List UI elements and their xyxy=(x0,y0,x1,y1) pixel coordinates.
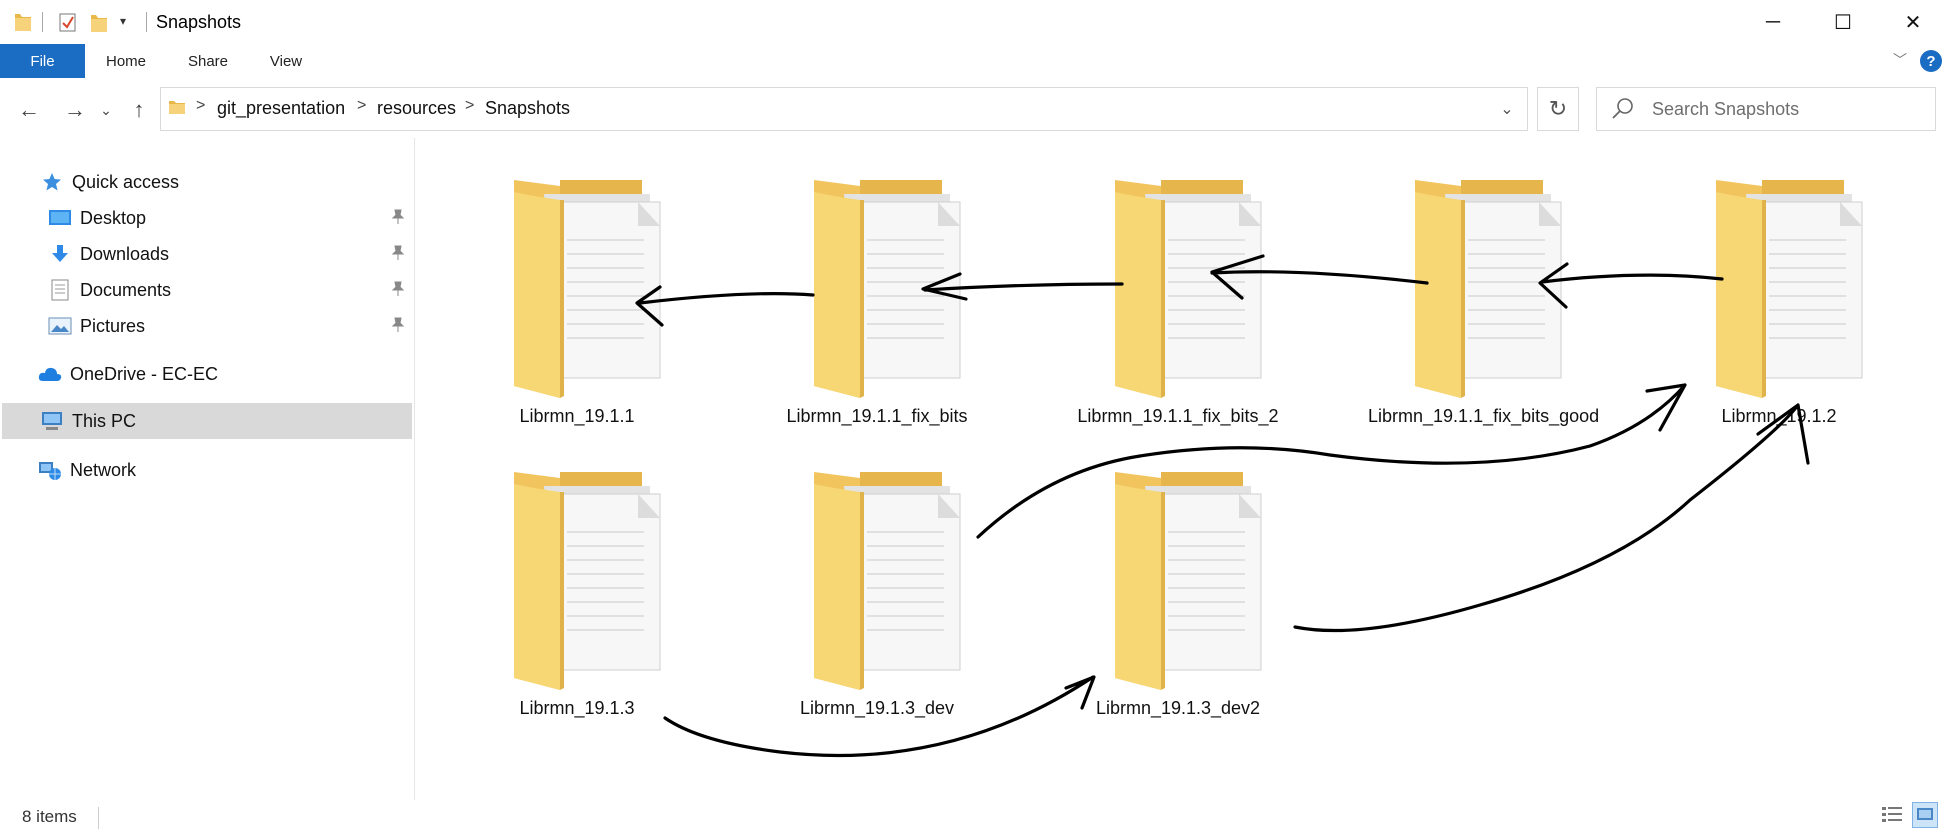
folder-name: Librmn_19.1.1_fix_bits_good xyxy=(1368,406,1600,426)
details-view-icon[interactable] xyxy=(1880,804,1904,826)
sidebar-item-quick-access[interactable]: Quick access xyxy=(0,164,412,200)
expand-ribbon-icon[interactable]: ﹀ xyxy=(1888,48,1912,72)
close-button[interactable]: ✕ xyxy=(1878,0,1948,44)
documents-icon xyxy=(48,279,72,301)
search-input[interactable] xyxy=(1652,97,1922,121)
computer-icon xyxy=(40,410,64,432)
folder-name: Librmn_19.1.1_fix_bits xyxy=(786,406,968,426)
address-dropdown-button[interactable]: ⌄ xyxy=(1492,96,1522,122)
toolbar-divider xyxy=(42,12,43,32)
sidebar-item-label: This PC xyxy=(72,410,137,431)
sidebar-item-this-pc[interactable]: This PC xyxy=(2,403,412,439)
refresh-button[interactable]: ↻ xyxy=(1537,87,1579,131)
pictures-icon xyxy=(48,315,72,337)
folder-icon xyxy=(1115,472,1262,690)
folder-item[interactable]: Librmn_19.1.1_fix_bits xyxy=(767,178,987,448)
sidebar-item-label: Documents xyxy=(80,279,172,300)
sidebar-item-network[interactable]: Network xyxy=(0,452,412,488)
sidebar-item-label: Pictures xyxy=(80,315,146,336)
title-bar xyxy=(0,0,1948,44)
pin-icon[interactable] xyxy=(390,209,406,225)
folder-name: Librmn_19.1.3_dev xyxy=(799,698,955,718)
folder-name: Librmn_19.1.2 xyxy=(1721,406,1837,426)
breadcrumb-resources[interactable]: resources xyxy=(377,98,456,119)
network-icon xyxy=(38,459,62,481)
folder-icon xyxy=(1115,180,1262,398)
item-count: 8 items xyxy=(22,807,77,826)
download-icon xyxy=(48,243,72,265)
desktop-icon xyxy=(48,207,72,229)
breadcrumb-snapshots[interactable]: Snapshots xyxy=(485,98,570,119)
maximize-button[interactable]: ☐ xyxy=(1808,0,1878,44)
tab-view[interactable]: View xyxy=(258,44,314,78)
tab-file[interactable]: File xyxy=(0,44,85,78)
breadcrumb-separator[interactable]: > xyxy=(357,97,366,115)
breadcrumb-git-presentation[interactable]: git_presentation xyxy=(217,98,345,119)
sidebar-item-desktop[interactable]: Desktop xyxy=(0,200,412,236)
sidebar-item-documents[interactable]: Documents xyxy=(0,272,412,308)
new-folder-icon[interactable] xyxy=(90,11,108,33)
star-icon xyxy=(40,171,64,193)
folder-name: Librmn_19.1.3 xyxy=(519,698,635,718)
folder-name: Librmn_19.1.1 xyxy=(519,406,635,426)
back-button[interactable]: ← xyxy=(14,92,44,128)
search-icon xyxy=(1612,98,1633,119)
sidebar-item-pictures[interactable]: Pictures xyxy=(0,308,412,344)
folder-icon xyxy=(169,101,185,114)
recent-locations-button[interactable]: ⌄ xyxy=(96,92,116,128)
sidebar-item-label: Network xyxy=(70,459,137,480)
folder-item[interactable]: Librmn_19.1.3_dev xyxy=(767,470,987,740)
folder-icon xyxy=(1415,180,1562,398)
sidebar-item-onedrive[interactable]: OneDrive - EC-EC xyxy=(0,356,412,392)
folder-quick-icon[interactable] xyxy=(14,10,32,32)
tab-home[interactable]: Home xyxy=(96,44,156,78)
pin-icon[interactable] xyxy=(390,281,406,297)
folder-icon xyxy=(514,472,661,690)
window-title: Snapshots xyxy=(156,12,242,32)
large-icons-view-icon[interactable] xyxy=(1912,802,1938,828)
folder-item[interactable]: Librmn_19.1.1_fix_bits_2 xyxy=(1068,178,1288,448)
tab-share[interactable]: Share xyxy=(176,44,240,78)
sidebar-item-downloads[interactable]: Downloads xyxy=(0,236,412,272)
forward-button[interactable]: → xyxy=(60,92,90,128)
breadcrumb-separator[interactable]: > xyxy=(465,97,474,115)
folder-icon xyxy=(1716,180,1863,398)
up-button[interactable]: ↑ xyxy=(124,92,154,128)
minimize-button[interactable]: ─ xyxy=(1738,0,1808,44)
title-divider xyxy=(146,12,147,32)
folder-item[interactable]: Librmn_19.1.2 xyxy=(1669,178,1889,448)
sidebar-item-label: Downloads xyxy=(80,243,170,264)
sidebar-item-label: Quick access xyxy=(72,171,180,192)
help-icon[interactable]: ? xyxy=(1920,50,1942,72)
folder-item[interactable]: Librmn_19.1.3 xyxy=(467,470,687,740)
customize-toolbar-icon[interactable]: ▾ xyxy=(120,14,126,28)
pin-icon[interactable] xyxy=(390,245,406,261)
folder-item[interactable]: Librmn_19.1.1 xyxy=(467,178,687,448)
properties-icon[interactable] xyxy=(58,11,78,33)
status-divider xyxy=(98,807,99,829)
cloud-icon xyxy=(38,363,62,385)
folder-icon xyxy=(814,180,961,398)
folder-icon xyxy=(514,180,661,398)
sidebar-item-label: OneDrive - EC-EC xyxy=(70,363,219,384)
folder-name: Librmn_19.1.3_dev2 xyxy=(1095,698,1261,718)
folder-item[interactable]: Librmn_19.1.3_dev2 xyxy=(1068,470,1288,740)
pin-icon[interactable] xyxy=(390,317,406,333)
folder-name: Librmn_19.1.1_fix_bits_2 xyxy=(1077,406,1279,426)
folder-item[interactable]: Librmn_19.1.1_fix_bits_good xyxy=(1368,178,1600,448)
sidebar-item-label: Desktop xyxy=(80,207,147,228)
breadcrumb-separator[interactable]: > xyxy=(196,97,205,115)
folder-icon xyxy=(814,472,961,690)
